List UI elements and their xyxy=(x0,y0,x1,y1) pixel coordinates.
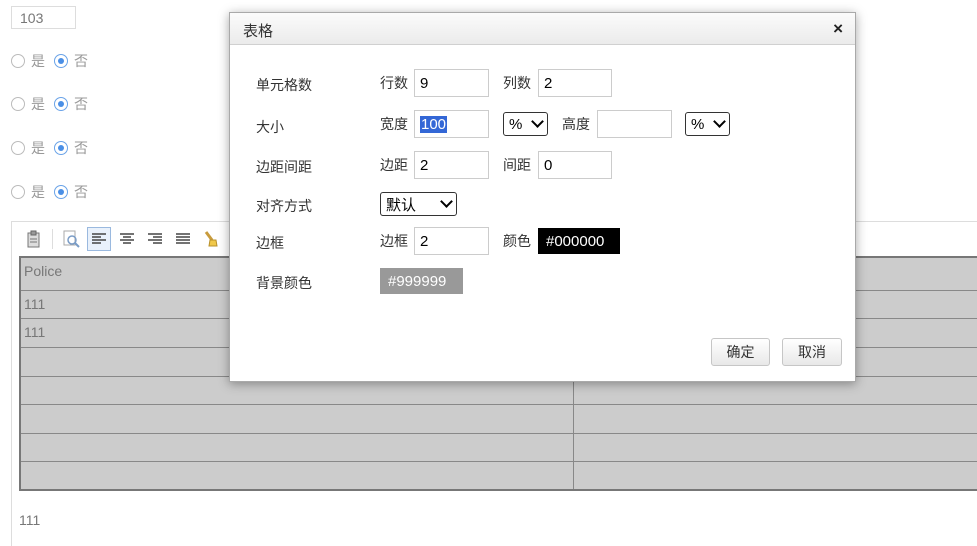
justify-icon[interactable] xyxy=(171,227,195,251)
padding-input[interactable]: 2 xyxy=(414,151,489,179)
height-input[interactable] xyxy=(597,110,672,138)
height-unit-value: % xyxy=(691,115,705,133)
alignment-select[interactable]: 默认 xyxy=(380,192,457,216)
radio-group-1: 是 否 xyxy=(11,52,97,70)
radio-no-label: 否 xyxy=(74,140,88,156)
width-unit-value: % xyxy=(509,115,523,133)
border-width-input[interactable]: 2 xyxy=(414,227,489,255)
cell-count-label: 单元格数 xyxy=(256,77,312,93)
table-cell[interactable] xyxy=(574,462,977,489)
radio-no[interactable] xyxy=(54,141,68,155)
size-label: 大小 xyxy=(256,119,284,135)
cell-spacing-label: 间距 xyxy=(503,157,531,173)
paste-icon[interactable] xyxy=(22,227,46,251)
height-label: 高度 xyxy=(562,116,590,132)
width-unit-select[interactable]: % xyxy=(503,112,548,136)
table-row xyxy=(21,434,977,462)
toolbar-divider xyxy=(52,228,53,249)
brush-icon[interactable] xyxy=(199,227,223,251)
radio-no-label: 否 xyxy=(74,184,88,200)
radio-yes-label: 是 xyxy=(31,96,45,112)
radio-no[interactable] xyxy=(54,185,68,199)
dialog-header[interactable]: 表格 × xyxy=(230,13,855,45)
radio-yes-label: 是 xyxy=(31,184,45,200)
dialog-title: 表格 xyxy=(243,23,274,40)
preview-icon[interactable] xyxy=(59,227,83,251)
radio-yes[interactable] xyxy=(11,97,25,111)
radio-yes[interactable] xyxy=(11,54,25,68)
table-row xyxy=(21,462,977,489)
table-properties-dialog: 表格 × 单元格数 行数 9 列数 2 大小 宽度 100 % 高度 % 边距间… xyxy=(229,12,856,382)
border-color-label: 颜色 xyxy=(503,233,531,249)
table-cell[interactable] xyxy=(21,434,574,461)
alignment-label: 对齐方式 xyxy=(256,198,312,214)
radio-group-4: 是 否 xyxy=(11,183,97,201)
padding-label: 边距 xyxy=(380,157,408,173)
width-value: 100 xyxy=(420,115,448,133)
width-input[interactable]: 100 xyxy=(414,110,489,138)
width-label: 宽度 xyxy=(380,116,408,132)
chevron-down-icon xyxy=(531,115,544,128)
border-color-swatch[interactable]: #000000 xyxy=(538,228,620,254)
chevron-down-icon xyxy=(713,115,726,128)
radio-yes[interactable] xyxy=(11,141,25,155)
table-cell[interactable] xyxy=(21,405,574,433)
alignment-value: 默认 xyxy=(386,196,417,214)
chevron-down-icon xyxy=(440,195,453,208)
radio-yes-label: 是 xyxy=(31,53,45,69)
table-cell[interactable] xyxy=(574,434,977,461)
cell-spacing-input[interactable]: 0 xyxy=(538,151,612,179)
align-center-icon[interactable] xyxy=(115,227,139,251)
rows-label: 行数 xyxy=(380,75,408,91)
table-cell[interactable] xyxy=(21,462,574,489)
cols-label: 列数 xyxy=(503,75,531,91)
align-right-icon[interactable] xyxy=(143,227,167,251)
ok-button[interactable]: 确定 xyxy=(711,338,770,366)
radio-yes-label: 是 xyxy=(31,140,45,156)
border-label: 边框 xyxy=(256,235,284,251)
radio-group-2: 是 否 xyxy=(11,95,97,113)
table-row xyxy=(21,405,977,434)
background-color-swatch[interactable]: #999999 xyxy=(380,268,463,294)
border-width-label: 边框 xyxy=(380,233,408,249)
top-number-input[interactable]: 103 xyxy=(11,6,76,29)
cancel-button[interactable]: 取消 xyxy=(782,338,842,366)
radio-no-label: 否 xyxy=(74,96,88,112)
radio-yes[interactable] xyxy=(11,185,25,199)
table-cell[interactable] xyxy=(574,405,977,433)
radio-no[interactable] xyxy=(54,97,68,111)
radio-no[interactable] xyxy=(54,54,68,68)
background-color-label: 背景颜色 xyxy=(256,275,312,291)
cols-input[interactable]: 2 xyxy=(538,69,612,97)
radio-group-3: 是 否 xyxy=(11,139,97,157)
spacing-label: 边距间距 xyxy=(256,159,312,175)
paragraph-text[interactable]: 111 xyxy=(19,512,40,528)
rows-input[interactable]: 9 xyxy=(414,69,489,97)
height-unit-select[interactable]: % xyxy=(685,112,730,136)
align-left-icon[interactable] xyxy=(87,226,111,251)
close-icon[interactable]: × xyxy=(833,19,843,39)
radio-no-label: 否 xyxy=(74,53,88,69)
